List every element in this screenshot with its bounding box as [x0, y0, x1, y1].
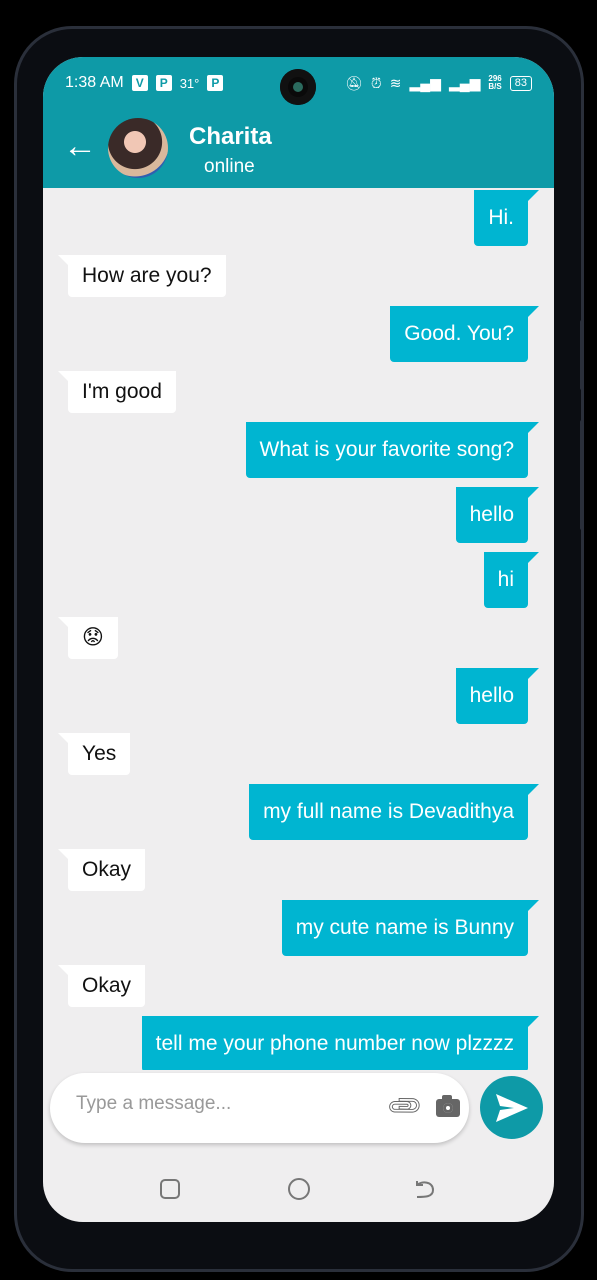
sent-message[interactable]: hello	[455, 668, 540, 724]
received-message[interactable]: I'm good	[58, 371, 176, 413]
wifi-icon: ≋	[389, 74, 402, 91]
back-nav-button[interactable]	[413, 1177, 437, 1201]
received-message[interactable]: Yes	[57, 733, 131, 775]
net-speed: 296 B/S	[488, 75, 501, 91]
alarm-icon: ⏰︎	[370, 74, 382, 91]
attach-icon[interactable]: 📎︎	[384, 1085, 426, 1127]
temperature: 31°	[179, 75, 200, 91]
sent-message[interactable]: hello	[455, 487, 540, 543]
message-input[interactable]	[76, 1093, 366, 1115]
message-list[interactable]: Hi. How are you? Good. You? I'm good What is…	[43, 190, 554, 1070]
contact-name[interactable]: Charita	[189, 123, 272, 151]
chat-header: 1:38 AM V P 31° P 🔕︎ ⏰︎ ≋ ▂▄▆ ▂▄▆ 296 B/S…	[43, 57, 554, 188]
v-app-icon: V	[131, 75, 148, 91]
received-message[interactable]: Okay	[57, 849, 146, 891]
received-message[interactable]: How are you?	[58, 255, 226, 297]
power-button	[580, 420, 584, 530]
received-message[interactable]: 😟	[58, 617, 118, 659]
received-message[interactable]: Okay	[57, 965, 146, 1007]
signal-icon: ▂▄▆	[448, 74, 481, 91]
send-icon	[496, 1094, 528, 1122]
signal-icon: ▂▄▆	[409, 74, 441, 91]
send-button[interactable]	[480, 1076, 543, 1139]
back-arrow-icon[interactable]: ←	[63, 129, 97, 163]
front-camera	[280, 69, 316, 105]
sent-message[interactable]: Good. You?	[390, 306, 539, 362]
sent-message[interactable]: my full name is Devadithya	[249, 784, 539, 840]
sent-message[interactable]: hi	[483, 552, 540, 608]
status-time: 1:38 AM	[65, 74, 124, 91]
avatar[interactable]	[108, 118, 168, 178]
notification-icon: P	[207, 75, 224, 91]
camera-icon[interactable]	[436, 1095, 460, 1117]
sent-message[interactable]: What is your favorite song?	[245, 422, 540, 478]
sent-message[interactable]: my cute name is Bunny	[281, 900, 540, 956]
message-composer: 📎︎	[50, 1073, 469, 1143]
sent-message[interactable]: Hi.	[474, 190, 539, 246]
mute-icon: 🔕︎	[345, 74, 363, 91]
screen: 1:38 AM V P 31° P 🔕︎ ⏰︎ ≋ ▂▄▆ ▂▄▆ 296 B/S…	[43, 57, 554, 1222]
battery-icon: 83	[509, 75, 532, 91]
system-nav-bar	[43, 1157, 554, 1222]
home-button[interactable]	[288, 1178, 310, 1200]
contact-status: online	[204, 156, 255, 177]
recents-button[interactable]	[160, 1179, 180, 1199]
notification-icon: P	[155, 75, 172, 91]
volume-button	[580, 320, 584, 390]
net-speed-unit: B/S	[488, 82, 502, 91]
sent-message[interactable]: tell me your phone number now plzzzz	[141, 1016, 540, 1070]
